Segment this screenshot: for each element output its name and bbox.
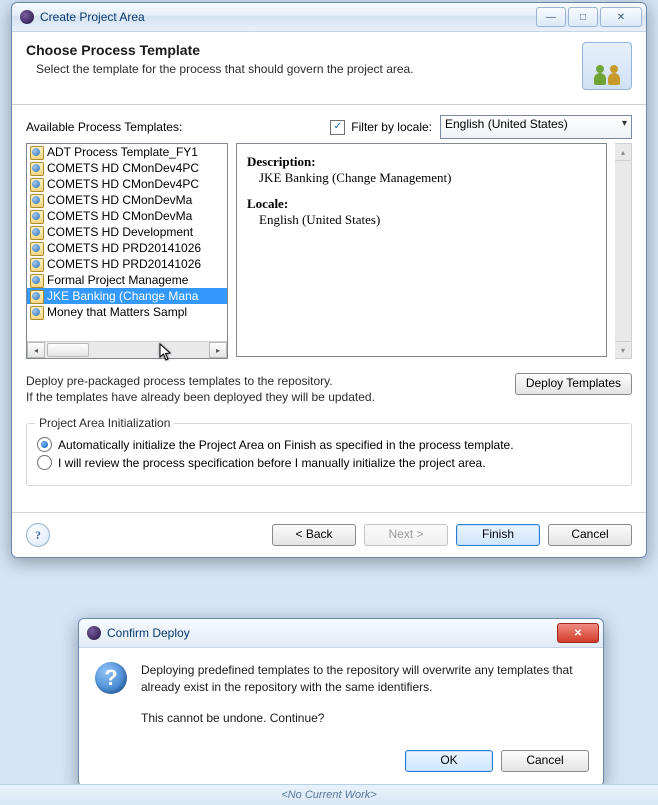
scroll-down-icon[interactable]: ▾: [615, 341, 631, 358]
init-auto-radio[interactable]: [37, 437, 52, 452]
filter-by-locale-label: Filter by locale:: [351, 120, 432, 134]
template-icon: [29, 289, 45, 303]
project-area-init-group: Project Area Initialization Automaticall…: [26, 423, 632, 486]
template-detail-pane: Description: JKE Banking (Change Managem…: [236, 143, 607, 357]
confirm-deploy-dialog: Confirm Deploy ✕ ? Deploying predefined …: [78, 618, 604, 787]
description-value: JKE Banking (Change Management): [259, 170, 596, 186]
banner-icon: [582, 42, 632, 90]
template-icon: [29, 225, 45, 239]
scroll-thumb[interactable]: [47, 343, 89, 357]
template-item[interactable]: COMETS HD CMonDev4PC: [27, 176, 227, 192]
confirm-ok-button[interactable]: OK: [405, 750, 493, 772]
template-icon: [29, 209, 45, 223]
template-item[interactable]: COMETS HD CMonDevMa: [27, 192, 227, 208]
template-item-label: COMETS HD CMonDev4PC: [47, 177, 199, 191]
template-icon: [29, 193, 45, 207]
template-item[interactable]: COMETS HD Development: [27, 224, 227, 240]
template-item[interactable]: JKE Banking (Change Mana: [27, 288, 227, 304]
template-list[interactable]: ADT Process Template_FY1 COMETS HD CMonDe…: [26, 143, 228, 359]
finish-button[interactable]: Finish: [456, 524, 540, 546]
template-item-label: COMETS HD PRD20141026: [47, 257, 201, 271]
template-icon: [29, 257, 45, 271]
maximize-button[interactable]: □: [568, 7, 598, 27]
template-item-label: Money that Matters Sampl: [47, 305, 187, 319]
locale-label: Locale:: [247, 196, 596, 212]
confirm-titlebar[interactable]: Confirm Deploy ✕: [79, 619, 603, 648]
deploy-desc-line1: Deploy pre-packaged process templates to…: [26, 374, 333, 388]
template-item[interactable]: Formal Project Manageme: [27, 272, 227, 288]
wizard-footer: ? < Back Next > Finish Cancel: [12, 512, 646, 557]
titlebar[interactable]: Create Project Area — □ ✕: [12, 3, 646, 32]
scroll-up-icon[interactable]: ▴: [615, 144, 631, 161]
init-legend: Project Area Initialization: [35, 416, 174, 430]
template-item-label: COMETS HD Development: [47, 225, 193, 239]
confirm-title: Confirm Deploy: [107, 626, 190, 640]
template-icon: [29, 241, 45, 255]
question-icon: ?: [95, 662, 127, 694]
statusbar: <No Current Work>: [0, 784, 658, 805]
init-manual-radio[interactable]: [37, 455, 52, 470]
deploy-templates-button[interactable]: Deploy Templates: [515, 373, 632, 395]
banner: Choose Process Template Select the templ…: [12, 32, 646, 105]
help-icon[interactable]: ?: [26, 523, 50, 547]
template-item-label: COMETS HD CMonDevMa: [47, 193, 192, 207]
minimize-button[interactable]: —: [536, 7, 566, 27]
template-item-label: Formal Project Manageme: [47, 273, 188, 287]
template-item-label: JKE Banking (Change Mana: [47, 289, 198, 303]
template-icon: [29, 305, 45, 319]
template-item-label: ADT Process Template_FY1: [47, 145, 198, 159]
banner-description: Select the template for the process that…: [36, 62, 582, 76]
locale-select-value: English (United States): [445, 117, 568, 131]
window-title: Create Project Area: [40, 10, 145, 24]
filter-by-locale-checkbox[interactable]: ✓: [330, 120, 345, 135]
cancel-button[interactable]: Cancel: [548, 524, 632, 546]
eclipse-icon: [20, 10, 34, 24]
eclipse-icon: [87, 626, 101, 640]
back-button[interactable]: < Back: [272, 524, 356, 546]
locale-value: English (United States): [259, 212, 596, 228]
available-templates-label: Available Process Templates:: [26, 120, 330, 134]
template-icon: [29, 273, 45, 287]
template-icon: [29, 145, 45, 159]
template-icon: [29, 161, 45, 175]
confirm-line2: This cannot be undone. Continue?: [141, 710, 587, 727]
init-auto-label: Automatically initialize the Project Are…: [58, 438, 514, 452]
confirm-line1: Deploying predefined templates to the re…: [141, 662, 587, 696]
confirm-close-button[interactable]: ✕: [557, 623, 599, 643]
template-item[interactable]: COMETS HD CMonDevMa: [27, 208, 227, 224]
confirm-cancel-button[interactable]: Cancel: [501, 750, 589, 772]
scroll-left-icon[interactable]: ◂: [27, 342, 45, 358]
template-item-label: COMETS HD CMonDevMa: [47, 209, 192, 223]
template-list-hscroll[interactable]: ◂ ▸: [27, 341, 227, 358]
close-button[interactable]: ✕: [600, 7, 642, 27]
next-button: Next >: [364, 524, 448, 546]
banner-title: Choose Process Template: [26, 42, 582, 58]
template-item[interactable]: Money that Matters Sampl: [27, 304, 227, 320]
template-item[interactable]: COMETS HD PRD20141026: [27, 256, 227, 272]
description-label: Description:: [247, 154, 596, 170]
deploy-desc-line2: If the templates have already been deplo…: [26, 390, 375, 404]
template-item[interactable]: COMETS HD PRD20141026: [27, 240, 227, 256]
template-icon: [29, 177, 45, 191]
template-item-label: COMETS HD PRD20141026: [47, 241, 201, 255]
template-item[interactable]: ADT Process Template_FY1: [27, 144, 227, 160]
init-manual-label: I will review the process specification …: [58, 456, 486, 470]
create-project-area-window: Create Project Area — □ ✕ Choose Process…: [11, 2, 647, 558]
template-item-label: COMETS HD CMonDev4PC: [47, 161, 199, 175]
locale-select[interactable]: English (United States): [440, 115, 632, 139]
statusbar-text: <No Current Work>: [281, 789, 376, 801]
detail-vscroll[interactable]: ▴ ▾: [615, 143, 632, 359]
template-item[interactable]: COMETS HD CMonDev4PC: [27, 160, 227, 176]
scroll-right-icon[interactable]: ▸: [209, 342, 227, 358]
